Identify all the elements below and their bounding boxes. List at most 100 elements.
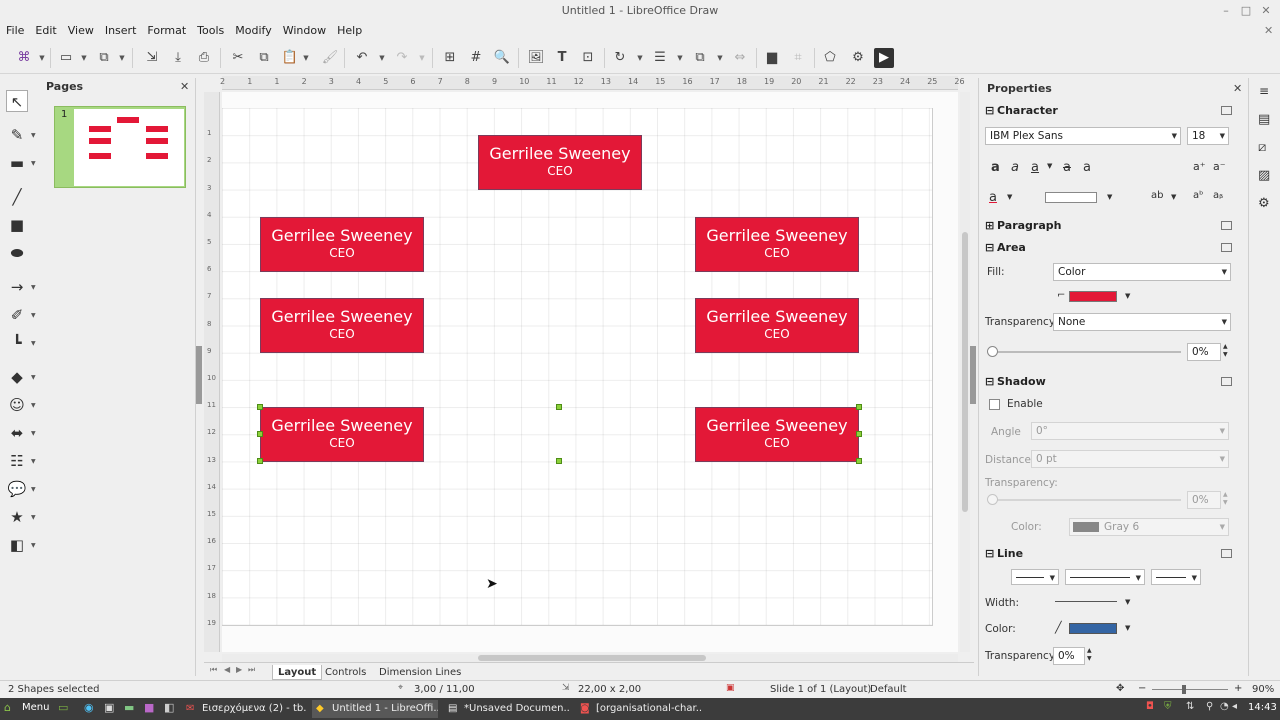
fill-color-icon[interactable]: ▬ [6,152,28,174]
zoom-slider-thumb[interactable] [1182,685,1186,694]
redo-dropdown-icon[interactable]: ▼ [418,48,426,68]
task-organisational-chart[interactable]: ◙ [organisational-char... [576,700,702,718]
arrow-dropdown-icon[interactable]: ▼ [31,284,39,291]
callouts-dropdown-icon[interactable]: ▼ [31,486,39,493]
area-transparency-select[interactable]: None ▼ [1053,313,1231,331]
paragraph-section-title[interactable]: Paragraph [997,219,1061,232]
menu-file[interactable]: File [0,22,29,40]
menu-tools[interactable]: Tools [191,22,229,40]
shadow-enable-checkbox[interactable] [989,399,1000,410]
bold-icon[interactable]: a [991,160,1000,175]
menu-edit[interactable]: Edit [29,22,61,40]
selection-handle[interactable] [856,458,862,464]
browser-launcher-icon[interactable]: ◉ [84,701,94,714]
selection-handle[interactable] [257,404,263,410]
zoom-out-icon[interactable]: − [1138,683,1146,694]
app-launcher-icon[interactable]: ◧ [164,701,174,714]
line-section-toggle-icon[interactable]: ⊟ [985,547,994,560]
zoom-in-icon[interactable]: + [1234,683,1242,694]
org-box-left-3-selected[interactable]: Gerrilee Sweeney CEO [260,407,424,462]
insert-text-icon[interactable]: T [552,48,572,68]
fit-page-icon[interactable]: ✥ [1116,683,1124,694]
zoom-slider[interactable] [1152,685,1228,694]
maximize-button[interactable]: □ [1236,0,1256,22]
line-start-dropdown-icon[interactable]: ▼ [1050,570,1055,586]
line-color-dropdown-icon[interactable]: ▼ [31,132,39,139]
app-launcher-icon[interactable]: ■ [144,701,154,714]
line-color-icon[interactable]: ✎ [6,124,28,146]
area-transparency-slider-thumb[interactable] [987,346,998,357]
copy-icon[interactable]: ⧉ [254,48,274,68]
app-dropdown-icon[interactable]: ▼ [38,48,46,68]
menu-view[interactable]: View [62,22,99,40]
underline-icon[interactable]: a [1031,160,1039,175]
undo-icon[interactable]: ↶ [352,48,372,68]
sidebar-splitter[interactable] [970,346,976,404]
distribute-icon[interactable]: ⇔ [730,48,750,68]
line-style-dropdown-icon[interactable]: ▼ [1136,570,1141,586]
character-section-title[interactable]: Character [997,104,1058,117]
navigator-deck-icon[interactable]: ⚙ [1258,196,1270,211]
area-section-toggle-icon[interactable]: ⊟ [985,241,994,254]
tab-layout[interactable]: Layout [272,665,323,680]
fill-color-dropdown-icon[interactable]: ▼ [1125,292,1130,300]
rotate-icon[interactable]: ↻ [610,48,630,68]
shadow-transparency-slider-thumb[interactable] [987,494,998,505]
line-style-select[interactable]: ▼ [1065,569,1145,585]
vertical-scroll-thumb[interactable] [962,232,968,512]
vertical-scrollbar[interactable] [960,92,970,652]
block-arrows-dropdown-icon[interactable]: ▼ [31,430,39,437]
paragraph-section-toggle-icon[interactable]: ⊞ [985,219,994,232]
area-more-options-icon[interactable] [1221,243,1232,252]
shadow-color-select[interactable]: Gray 6 ▼ [1069,518,1229,536]
show-desktop-icon[interactable]: ▭ [58,701,68,714]
crop-icon[interactable]: ⌗ [788,48,808,68]
zoom-icon[interactable]: 🔍 [492,48,512,68]
sidebar-menu-icon[interactable]: ≡ [1259,84,1269,98]
menu-window[interactable]: Window [277,22,331,40]
shadowed-text-icon[interactable]: a [1083,160,1091,175]
connector-dropdown-icon[interactable]: ▼ [31,340,39,347]
selection-handle[interactable] [856,404,862,410]
gallery-deck-icon[interactable]: ▨ [1258,168,1270,183]
font-name-combobox[interactable]: IBM Plex Sans ▼ [985,127,1181,145]
tab-nav-last-icon[interactable]: ⏭ [248,665,255,675]
wifi-icon[interactable]: ◔ [1220,701,1229,712]
line-color-swatch[interactable] [1069,623,1117,634]
clone-formatting-icon[interactable]: 🖌 [320,48,340,68]
highlight-color-icon[interactable] [1045,192,1097,203]
line-width-dropdown-icon[interactable]: ▼ [1125,598,1130,606]
properties-close-button[interactable]: ✕ [1233,82,1242,95]
callouts-icon[interactable]: 💬 [6,478,28,500]
area-transparency-slider[interactable] [987,346,1181,357]
redo-icon[interactable]: ↷ [392,48,412,68]
app-icon[interactable]: ⌘ [14,48,34,68]
grid-icon[interactable]: ⊞ [440,48,460,68]
font-size-dropdown-icon[interactable]: ▼ [1220,128,1225,144]
line-end-dropdown-icon[interactable]: ▼ [1192,570,1197,586]
3d-objects-dropdown-icon[interactable]: ▼ [31,542,39,549]
org-box-left-1[interactable]: Gerrilee Sweeney CEO [260,217,424,272]
arrange-icon[interactable]: ⧉ [690,48,710,68]
character-section-toggle-icon[interactable]: ⊟ [985,104,994,117]
selection-handle[interactable] [856,431,862,437]
tab-nav-first-icon[interactable]: ⏮ [210,665,217,675]
shadow-transparency-slider[interactable] [987,494,1181,505]
block-arrows-icon[interactable]: ⬌ [6,422,28,444]
paste-icon[interactable]: 📋 [280,48,300,68]
increase-font-icon[interactable]: a⁺ [1193,160,1206,173]
user-icon[interactable]: ⚲ [1206,701,1213,712]
select-tool-icon[interactable]: ↖ [6,90,28,112]
shadow-section-title[interactable]: Shadow [997,375,1046,388]
font-color-dropdown-icon[interactable]: ▼ [1007,193,1012,201]
selection-handle[interactable] [257,431,263,437]
area-transparency-percent-field[interactable]: 0% [1187,343,1221,361]
toggle-extrusion-icon[interactable]: ▶ [874,48,894,68]
status-zoom[interactable]: 90% [1252,684,1274,695]
task-unsaved-document[interactable]: ▤ *Unsaved Documen... [444,700,570,718]
page-size-icon[interactable]: ▭ [56,48,76,68]
task-email[interactable]: ✉ Εισερχόμενα (2) - tb... [182,700,306,718]
insert-image-icon[interactable]: 🖼 [526,48,546,68]
shadow-more-options-icon[interactable] [1221,377,1232,386]
org-box-right-1[interactable]: Gerrilee Sweeney CEO [695,217,859,272]
